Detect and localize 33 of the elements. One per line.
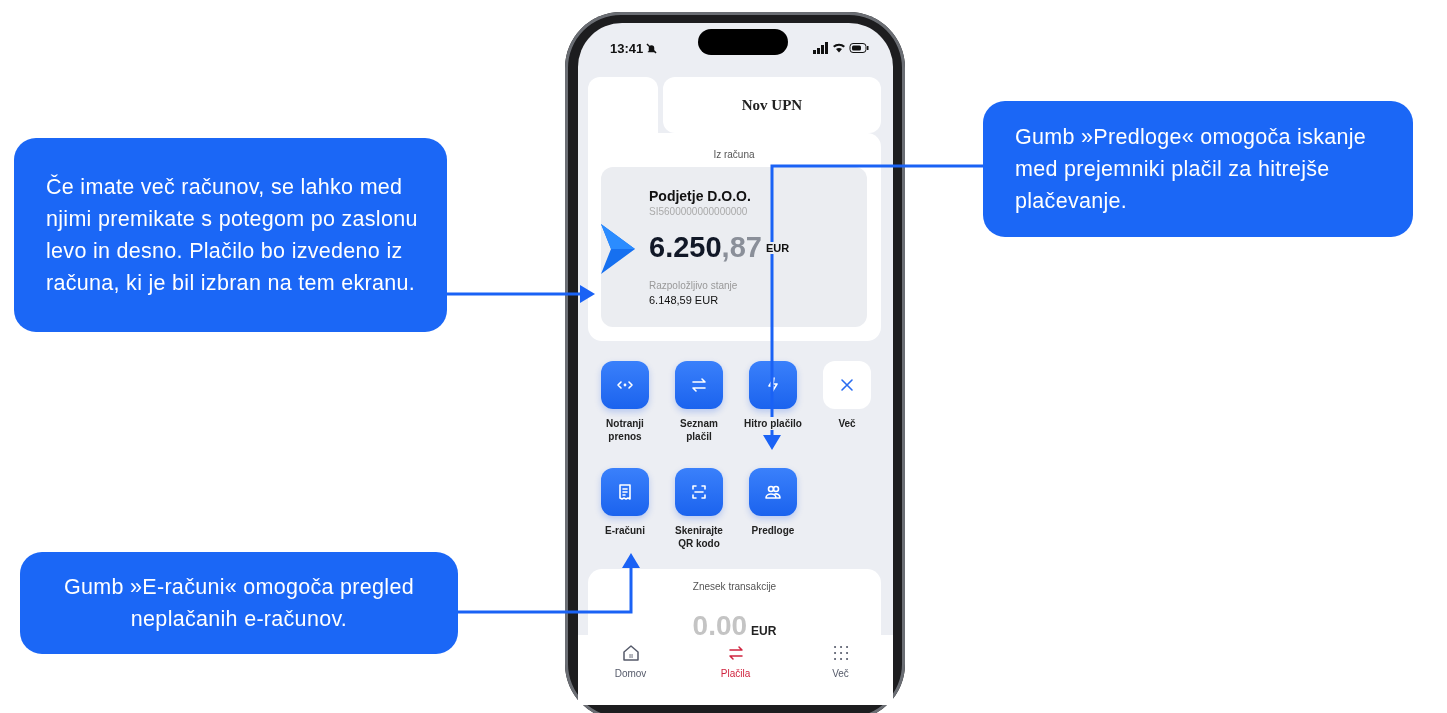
account-heading: Iz računa [712, 149, 756, 160]
action-button[interactable] [675, 361, 723, 409]
transaction-currency: EUR [751, 624, 777, 638]
account-name: Podjetje D.O.O. [649, 188, 752, 204]
action-button[interactable] [675, 468, 723, 516]
action-button[interactable] [601, 468, 649, 516]
balance-whole: 6.250 [649, 231, 722, 264]
scan-frame-icon [689, 482, 709, 502]
muted-bell-icon [646, 42, 658, 54]
available-label: Razpoložljivo stanje [649, 280, 739, 291]
action-button[interactable] [749, 361, 797, 409]
account-iban: SI5600000000000000 [649, 206, 749, 217]
balance-currency: EUR [764, 241, 791, 254]
nav-item[interactable]: Plačila [705, 643, 766, 705]
swap-arrows-icon [689, 375, 709, 395]
bank-logo-icon [601, 224, 635, 274]
status-time: 13:41 [610, 40, 644, 56]
nav-item[interactable]: Domov [600, 643, 661, 705]
home-icon [620, 643, 641, 663]
transaction-amount: 0.00 [692, 610, 748, 642]
action-button[interactable] [749, 468, 797, 516]
action-label: Hitro plačilo [741, 417, 805, 430]
action-button[interactable] [823, 361, 871, 409]
new-payment-tab[interactable]: Nov UPN [663, 77, 881, 133]
transaction-label: Znesek transakcije [692, 581, 777, 592]
callout-note: Če imate več računov, se lahko med njimi premikate s potegom po zaslonu levo in desno. Plačilo bo izvedeno iz računa, ki je bil izbran na tem ekranu. [14, 138, 447, 332]
action-button[interactable] [601, 361, 649, 409]
nav-item[interactable]: Več [810, 643, 871, 705]
balance-decimal: ,87 [721, 231, 762, 264]
callout-note: Gumb »Predloge« omogoča iskanje med prejemniki plačil za hitrejše plačevanje. [983, 101, 1413, 237]
status-icons [813, 42, 869, 54]
callout-note: Gumb »E-računi« omogoča pregled neplačanih e-računov. [20, 552, 458, 654]
available-balance: 6.148,59 EUR [649, 294, 720, 306]
